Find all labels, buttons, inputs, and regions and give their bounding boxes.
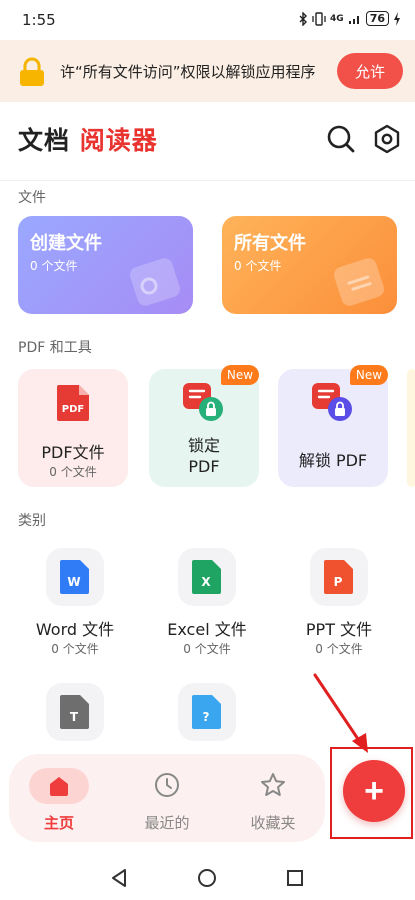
all-files-decoration-icon — [333, 258, 385, 306]
status-icons: 4G 76 — [298, 11, 401, 26]
more-tool-partial[interactable] — [407, 369, 415, 487]
word-icon: W — [60, 560, 89, 594]
all-files-count: 0 个文件 — [234, 259, 282, 273]
create-file-title: 创建文件 — [30, 233, 102, 254]
network-type: 4G — [330, 13, 344, 24]
ppt-label: PPT 文件 — [305, 620, 373, 639]
create-file-decoration-icon — [129, 258, 181, 306]
nav-recent-label: 最近的 — [144, 814, 190, 832]
allow-button[interactable]: 允许 — [337, 53, 403, 89]
vibrate-icon — [312, 11, 326, 26]
home-icon — [50, 777, 68, 796]
plus-icon: + — [364, 772, 384, 810]
home-circle-icon[interactable] — [197, 868, 217, 888]
all-files-card[interactable]: 所有文件 0 个文件 — [222, 216, 397, 314]
bottom-nav: 主页 最近的 收藏夹 — [9, 754, 325, 842]
nav-favorites[interactable]: 收藏夹 — [233, 764, 313, 834]
unlock-pdf-tool[interactable]: New 解锁 PDF — [278, 365, 388, 487]
all-files-title: 所有文件 — [234, 233, 306, 254]
excel-letter: X — [201, 575, 211, 589]
ppt-tile: P — [310, 548, 368, 606]
create-file-card[interactable]: 创建文件 0 个文件 — [18, 216, 193, 314]
excel-icon: X — [192, 560, 221, 594]
search-icon[interactable] — [326, 124, 356, 154]
word-letter: W — [67, 575, 80, 589]
category-word[interactable]: W Word 文件 0 个文件 — [18, 548, 128, 656]
bluetooth-icon — [299, 11, 308, 26]
system-nav-bar — [0, 848, 415, 900]
section-files-label: 文件 — [18, 190, 46, 206]
clock-icon — [155, 773, 179, 797]
status-time: 1:55 — [22, 11, 56, 29]
pdf-files-label: PDF文件 — [41, 443, 105, 462]
page-title: 文档 阅读器 — [18, 121, 158, 157]
excel-tile: X — [178, 548, 236, 606]
word-label: Word 文件 — [35, 620, 115, 639]
section-categories-label: 类别 — [18, 513, 46, 529]
excel-label: Excel 文件 — [167, 620, 247, 639]
text-letter: T — [70, 710, 79, 724]
nav-favorites-label: 收藏夹 — [250, 814, 296, 832]
pdf-files-count: 0 个文件 — [49, 465, 97, 479]
nav-recent[interactable]: 最近的 — [127, 764, 207, 834]
ppt-icon: P — [324, 560, 353, 594]
pdf-files-tool[interactable]: PDF PDF文件 0 个文件 — [18, 369, 128, 487]
title-part2: 阅读器 — [79, 126, 158, 155]
category-excel[interactable]: X Excel 文件 0 个文件 — [150, 548, 260, 656]
lock-pdf-tool[interactable]: New 锁定 PDF — [149, 365, 259, 487]
nav-home[interactable]: 主页 — [19, 764, 99, 834]
nav-home-label: 主页 — [43, 814, 74, 832]
charging-icon — [394, 11, 400, 26]
other-tile: ? — [178, 683, 236, 741]
unlock-pdf-label: 解锁 PDF — [298, 451, 368, 470]
star-icon — [261, 773, 285, 796]
back-icon[interactable] — [109, 868, 129, 888]
banner-text: 许“所有文件访问”权限以解锁应用程序 — [60, 63, 316, 81]
category-ppt[interactable]: P PPT 文件 0 个文件 — [282, 548, 392, 656]
unlock-pdf-icon — [312, 383, 352, 421]
gear-icon[interactable] — [372, 124, 402, 154]
add-file-button[interactable]: + — [343, 760, 405, 822]
unknown-file-icon: ? — [192, 695, 221, 729]
excel-count: 0 个文件 — [183, 642, 231, 656]
battery-level: 76 — [365, 11, 389, 26]
section-tools-label: PDF 和工具 — [18, 340, 92, 356]
title-part1: 文档 — [18, 126, 71, 155]
word-count: 0 个文件 — [51, 642, 99, 656]
status-bar: 1:55 4G 76 — [0, 0, 415, 40]
header-divider — [0, 180, 415, 181]
lock-pdf-label: 锁定 PDF — [187, 436, 220, 476]
ppt-count: 0 个文件 — [315, 642, 363, 656]
pdf-icon: PDF — [57, 385, 89, 421]
lock-pdf-icon — [183, 383, 223, 421]
recents-square-icon[interactable] — [286, 869, 304, 887]
text-tile: T — [46, 683, 104, 741]
other-letter: ? — [203, 710, 210, 724]
ppt-letter: P — [334, 575, 343, 589]
word-tile: W — [46, 548, 104, 606]
svg-text:PDF: PDF — [62, 404, 84, 415]
text-file-icon: T — [60, 695, 89, 729]
lock-icon — [20, 57, 44, 86]
create-file-count: 0 个文件 — [30, 259, 78, 273]
signal-icon — [348, 15, 359, 24]
